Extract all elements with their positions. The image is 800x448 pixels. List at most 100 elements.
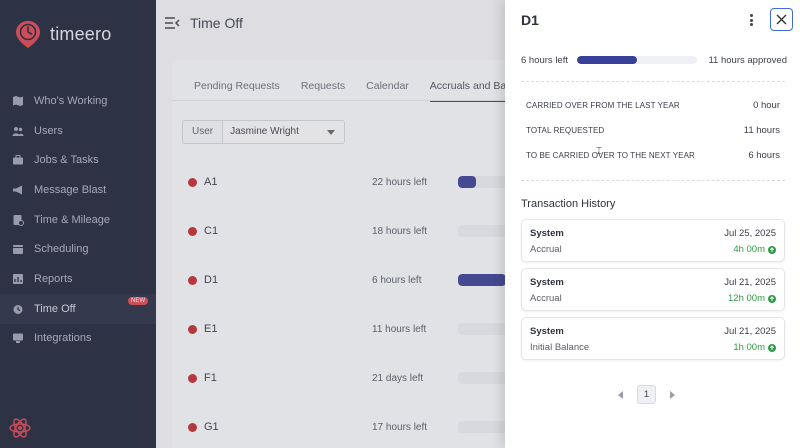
balance-progress-bar xyxy=(577,56,697,64)
policy-balance: 22 hours left xyxy=(372,177,428,188)
sidebar-item-label: Time & Mileage xyxy=(34,213,111,226)
sidebar-item-label: Scheduling xyxy=(34,243,89,256)
map-pin-icon xyxy=(13,95,23,106)
megaphone-icon xyxy=(13,185,22,195)
prev-page-icon[interactable] xyxy=(618,390,623,399)
transaction-card: System Jul 25, 2025 Accrual 4h 00m xyxy=(521,219,785,262)
divider xyxy=(521,81,785,82)
sidebar-item-scheduling[interactable]: Scheduling xyxy=(0,234,156,264)
transaction-type: Accrual xyxy=(530,293,562,304)
pagination: 1 xyxy=(618,385,675,404)
sidebar-item-label: Users xyxy=(34,124,63,137)
transaction-card: System Jul 21, 2025 Initial Balance 1h 0… xyxy=(521,317,785,360)
policy-name: C1 xyxy=(204,225,219,237)
arrow-up-circle-icon xyxy=(768,343,776,352)
arrow-up-circle-icon xyxy=(768,294,776,303)
close-button[interactable] xyxy=(770,8,793,31)
user-filter: User Jasmine Wright xyxy=(182,120,346,144)
sidebar-item-jobs-tasks[interactable]: Jobs & Tasks xyxy=(0,145,156,175)
transaction-date: Jul 21, 2025 xyxy=(724,326,776,337)
amount-value: 1h 00m xyxy=(733,342,765,353)
transaction-amount: 12h 00m xyxy=(728,293,776,304)
user-select-value: Jasmine Wright xyxy=(230,126,299,137)
policy-balance: 18 hours left xyxy=(372,226,428,237)
sidebar-item-users[interactable]: Users xyxy=(0,116,156,146)
stat-label: TO BE CARRIED OVER TO THE NEXT YEAR xyxy=(526,151,695,160)
sidebar-item-label: Who's Working xyxy=(34,94,108,107)
policy-name: A1 xyxy=(204,176,218,188)
transaction-source: System xyxy=(530,228,564,239)
tab-calendar[interactable]: Calendar xyxy=(366,80,409,102)
user-filter-label: User xyxy=(182,120,224,144)
status-dot-icon xyxy=(188,178,197,187)
sidebar-item-label: Reports xyxy=(34,272,73,285)
new-badge: NEW xyxy=(128,296,148,305)
more-options-icon[interactable] xyxy=(747,12,755,28)
integrations-icon xyxy=(13,333,23,344)
stat-value: 11 hours xyxy=(743,125,780,136)
status-dot-icon xyxy=(188,227,197,236)
users-icon xyxy=(12,126,24,136)
divider xyxy=(521,180,785,181)
brand-logo[interactable]: timeero xyxy=(12,18,111,50)
sidebar-item-integrations[interactable]: Integrations xyxy=(0,324,156,354)
sidebar-item-time-off[interactable]: Time Off NEW xyxy=(0,293,156,324)
text-cursor-icon: ⌶ xyxy=(596,146,602,157)
amount-value: 4h 00m xyxy=(733,244,765,255)
policy-name: G1 xyxy=(204,421,219,433)
page-number-button[interactable]: 1 xyxy=(637,385,656,404)
calendar-icon xyxy=(13,245,23,255)
stat-carry-over-next: TO BE CARRIED OVER TO THE NEXT YEAR 6 ho… xyxy=(526,150,780,164)
amount-value: 12h 00m xyxy=(728,293,765,304)
sidebar-item-label: Jobs & Tasks xyxy=(34,154,99,167)
sidebar-item-whos-working[interactable]: Who's Working xyxy=(0,86,156,116)
collapse-menu-icon[interactable] xyxy=(164,16,180,30)
transaction-history-title: Transaction History xyxy=(521,198,616,210)
hours-approved: 11 hours approved xyxy=(708,55,787,66)
user-select[interactable]: Jasmine Wright xyxy=(223,120,346,144)
stat-value: 0 hour xyxy=(753,100,780,111)
tab-requests[interactable]: Requests xyxy=(301,80,345,102)
tab-pending-requests[interactable]: Pending Requests xyxy=(194,80,280,102)
sidebar-item-label: Message Blast xyxy=(34,183,107,196)
policy-name: D1 xyxy=(204,274,219,286)
close-icon xyxy=(776,14,787,25)
transaction-amount: 1h 00m xyxy=(733,342,776,353)
brand-name: timeero xyxy=(50,23,112,44)
stat-carried-over: CARRIED OVER FROM THE LAST YEAR 0 hour xyxy=(526,100,780,114)
policy-name: E1 xyxy=(204,323,218,335)
sidebar-nav: Who's Working Users Jobs & Tasks Message… xyxy=(0,86,156,353)
transaction-date: Jul 25, 2025 xyxy=(724,228,776,239)
policy-balance: 17 hours left xyxy=(372,422,428,433)
policy-balance: 11 hours left xyxy=(372,324,427,335)
status-dot-icon xyxy=(188,423,197,432)
tab-bar: Pending Requests Requests Calendar Accru… xyxy=(194,80,552,102)
transaction-date: Jul 21, 2025 xyxy=(724,277,776,288)
policy-balance: 21 days left xyxy=(372,373,424,384)
sidebar-item-time-mileage[interactable]: Time & Mileage xyxy=(0,205,156,235)
reports-icon xyxy=(13,273,23,284)
status-dot-icon xyxy=(188,276,197,285)
transaction-card: System Jul 21, 2025 Accrual 12h 00m xyxy=(521,268,785,311)
status-dot-icon xyxy=(188,325,197,334)
react-logo-icon[interactable] xyxy=(8,416,32,440)
transaction-amount: 4h 00m xyxy=(733,244,776,255)
drawer-title: D1 xyxy=(521,12,539,28)
arrow-up-circle-icon xyxy=(768,245,776,254)
sidebar-item-message-blast[interactable]: Message Blast xyxy=(0,175,156,205)
timesheet-icon xyxy=(13,214,24,226)
chevron-down-icon xyxy=(327,130,336,135)
stat-label: CARRIED OVER FROM THE LAST YEAR xyxy=(526,101,680,110)
policy-name: F1 xyxy=(204,372,217,384)
policy-progress-fill xyxy=(458,176,476,188)
policy-balance: 6 hours left xyxy=(372,275,422,286)
status-dot-icon xyxy=(188,374,197,383)
stat-label: TOTAL REQUESTED xyxy=(526,126,605,135)
hours-left: 6 hours left xyxy=(521,55,568,66)
stat-total-requested: TOTAL REQUESTED 11 hours xyxy=(526,125,780,139)
sidebar-item-reports[interactable]: Reports xyxy=(0,264,156,294)
transaction-type: Initial Balance xyxy=(530,342,590,353)
briefcase-icon xyxy=(13,155,23,165)
next-page-icon[interactable] xyxy=(670,390,675,399)
sidebar-item-label: Integrations xyxy=(34,332,92,345)
